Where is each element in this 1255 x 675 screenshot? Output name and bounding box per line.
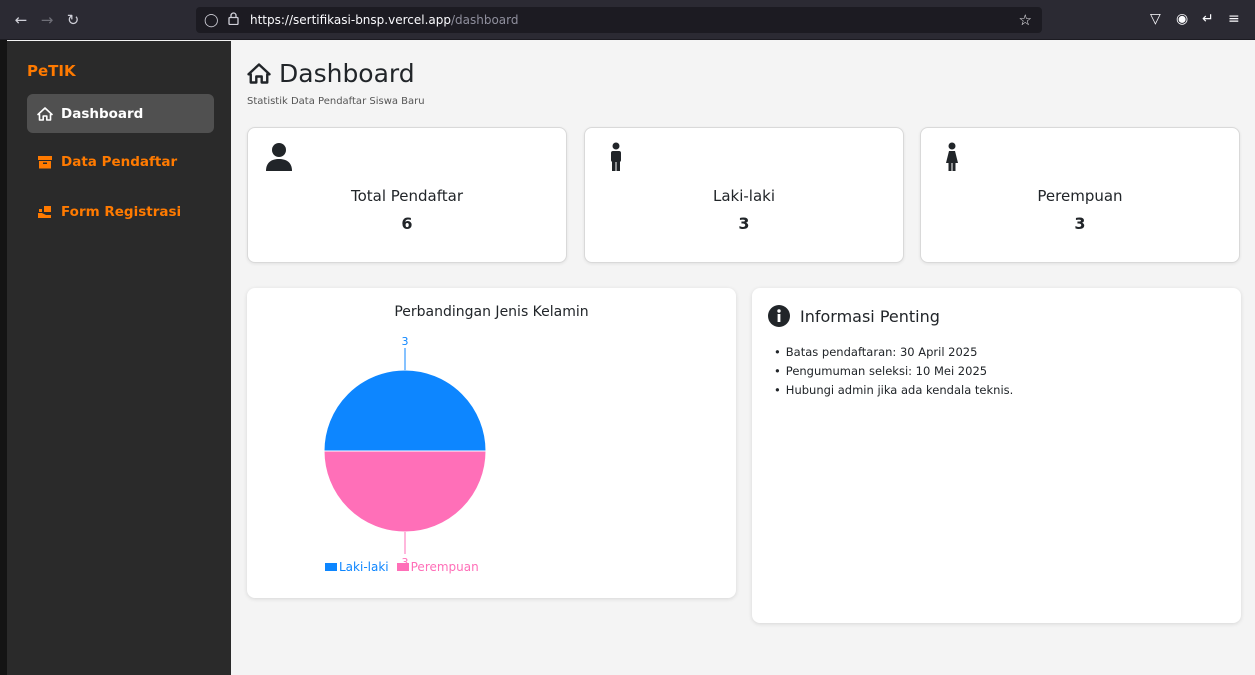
window-edge bbox=[0, 40, 7, 675]
info-circle-icon bbox=[768, 305, 790, 327]
male-icon bbox=[609, 142, 623, 176]
info-list: Batas pendaftaran: 30 April 2025 Pengumu… bbox=[774, 343, 1013, 400]
box-icon bbox=[37, 155, 53, 169]
sidebar-item-data-pendaftar[interactable]: Data Pendaftar bbox=[27, 142, 214, 181]
back-icon[interactable]: ← bbox=[10, 9, 32, 31]
stat-title: Laki-laki bbox=[712, 187, 776, 205]
main-content: Dashboard Statistik Data Pendaftar Siswa… bbox=[231, 41, 1255, 675]
user-icon bbox=[264, 142, 294, 176]
account-icon[interactable]: ◉ bbox=[1176, 11, 1188, 27]
url-path: /dashboard bbox=[450, 13, 519, 27]
legend-swatch bbox=[396, 563, 409, 571]
stat-card-male: Laki-laki 3 bbox=[584, 127, 904, 263]
legend-swatch bbox=[325, 563, 337, 571]
sidebar: PeTIK Dashboard Data Pendaftar Form Regi… bbox=[7, 41, 231, 675]
lock-icon bbox=[226, 11, 240, 29]
stat-title: Total Pendaftar bbox=[350, 187, 464, 205]
gender-chart-card: Perbandingan Jenis Kelamin 33 Laki-laki … bbox=[247, 288, 736, 598]
shield-icon: ◯ bbox=[204, 12, 219, 28]
stat-value: 3 bbox=[1074, 214, 1086, 233]
url-host: https://sertifikasi-bnsp.vercel.app bbox=[250, 13, 451, 27]
list-item: Hubungi admin jika ada kendala teknis. bbox=[774, 381, 1013, 400]
browser-toolbar: ← → ↻ ◯ https://sertifikasi-bnsp.vercel.… bbox=[0, 0, 1255, 40]
sidebar-item-dashboard[interactable]: Dashboard bbox=[27, 94, 214, 133]
list-item: Pengumuman seleksi: 10 Mei 2025 bbox=[774, 362, 1013, 381]
info-card: Informasi Penting Batas pendaftaran: 30 … bbox=[752, 288, 1241, 623]
reload-icon[interactable]: ↻ bbox=[62, 9, 84, 31]
stat-value: 6 bbox=[401, 214, 413, 233]
pie-chart: 33 bbox=[323, 335, 487, 569]
pie-slice-laki-laki[interactable] bbox=[323, 369, 487, 452]
page-title-text: Dashboard bbox=[279, 59, 415, 88]
sidebar-item-label: Dashboard bbox=[61, 105, 144, 122]
pie-slice-perempuan[interactable] bbox=[323, 450, 487, 533]
female-icon bbox=[945, 142, 959, 176]
chart-legend: Laki-laki Perempuan bbox=[325, 560, 487, 574]
bookmark-star-icon[interactable]: ☆ bbox=[1019, 11, 1032, 29]
pocket-icon[interactable]: ▽ bbox=[1150, 11, 1161, 27]
sidebar-item-form-registrasi[interactable]: Form Registrasi bbox=[27, 192, 214, 231]
brand-logo[interactable]: PeTIK bbox=[27, 62, 76, 80]
legend-item-female[interactable]: Perempuan bbox=[396, 560, 479, 574]
legend-item-male[interactable]: Laki-laki bbox=[325, 560, 389, 574]
stat-title: Perempuan bbox=[1037, 187, 1123, 205]
info-title: Informasi Penting bbox=[800, 306, 940, 326]
page-title: Dashboard bbox=[247, 59, 415, 88]
address-bar[interactable]: ◯ https://sertifikasi-bnsp.vercel.app/da… bbox=[196, 7, 1042, 33]
stat-card-female: Perempuan 3 bbox=[920, 127, 1240, 263]
home-icon bbox=[37, 106, 53, 121]
stat-card-total: Total Pendaftar 6 bbox=[247, 127, 567, 263]
extensions-icon[interactable]: ↵ bbox=[1202, 11, 1214, 27]
legend-label: Laki-laki bbox=[339, 560, 389, 574]
list-item: Batas pendaftaran: 30 April 2025 bbox=[774, 343, 1013, 362]
stat-value: 3 bbox=[738, 214, 750, 233]
page-subtitle: Statistik Data Pendaftar Siswa Baru bbox=[247, 96, 425, 107]
forward-icon[interactable]: → bbox=[36, 9, 58, 31]
pie-data-label: 3 bbox=[402, 335, 409, 348]
menu-icon[interactable]: ≡ bbox=[1228, 11, 1240, 27]
sidebar-item-label: Data Pendaftar bbox=[61, 153, 178, 170]
home-icon bbox=[247, 63, 271, 84]
sidebar-item-label: Form Registrasi bbox=[61, 203, 182, 220]
url-text: https://sertifikasi-bnsp.vercel.app/dash… bbox=[250, 13, 519, 27]
hands-icon bbox=[37, 205, 53, 219]
legend-label: Perempuan bbox=[410, 560, 479, 574]
info-header: Informasi Penting bbox=[768, 305, 940, 327]
